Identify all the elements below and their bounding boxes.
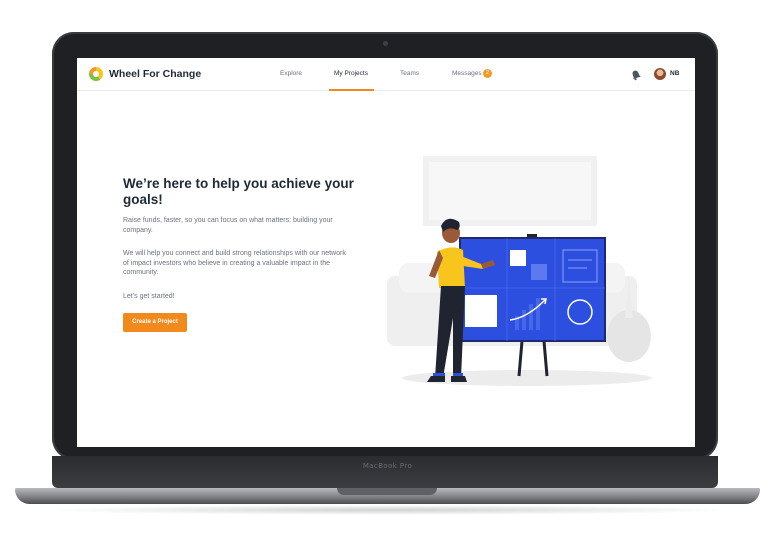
hero-illustration [387,156,652,386]
nav-messages[interactable]: Messages [452,70,482,77]
hero-paragraph-1: Raise funds, faster, so you can focus on… [123,217,333,234]
screen: Wheel For Change Explore My Projects Tea… [77,58,695,447]
hero-paragraph-2: We will help you connect and build stron… [123,250,346,276]
active-tab-indicator [329,89,374,91]
app-name[interactable]: Wheel For Change [109,68,201,80]
avatar[interactable] [654,68,666,80]
hero-paragraph-3: Let’s get started! [123,293,175,300]
bar-4 [536,298,540,330]
sticky-note-3 [465,295,497,327]
nav-explore[interactable]: Explore [280,70,302,77]
laptop-shadow [40,505,740,515]
bell-icon[interactable] [630,69,642,81]
user-initials[interactable]: NB [670,70,679,77]
person-shirt [437,247,465,288]
sticky-note-1 [510,250,526,266]
laptop-notch [337,488,437,495]
logo-icon[interactable] [89,67,103,81]
create-project-button[interactable]: Create a Project [123,313,187,332]
top-navbar: Wheel For Change Explore My Projects Tea… [77,58,695,91]
camera-icon [383,41,388,46]
person-sock-right [453,373,463,376]
nav-my-projects[interactable]: My Projects [334,70,368,77]
bar-3 [529,304,533,330]
nav-teams[interactable]: Teams [400,70,419,77]
laptop-hinge [52,456,718,488]
person-shoe-right [451,376,467,382]
sticky-note-2 [531,264,547,280]
bar-2 [522,310,526,330]
messages-badge: 2 [483,69,492,78]
laptop-brand-label: MacBook Pro [362,462,413,470]
hero-title: We’re here to help you achieve your goal… [123,176,354,207]
background-window-pane [429,162,591,220]
person-sock-left [433,373,445,376]
